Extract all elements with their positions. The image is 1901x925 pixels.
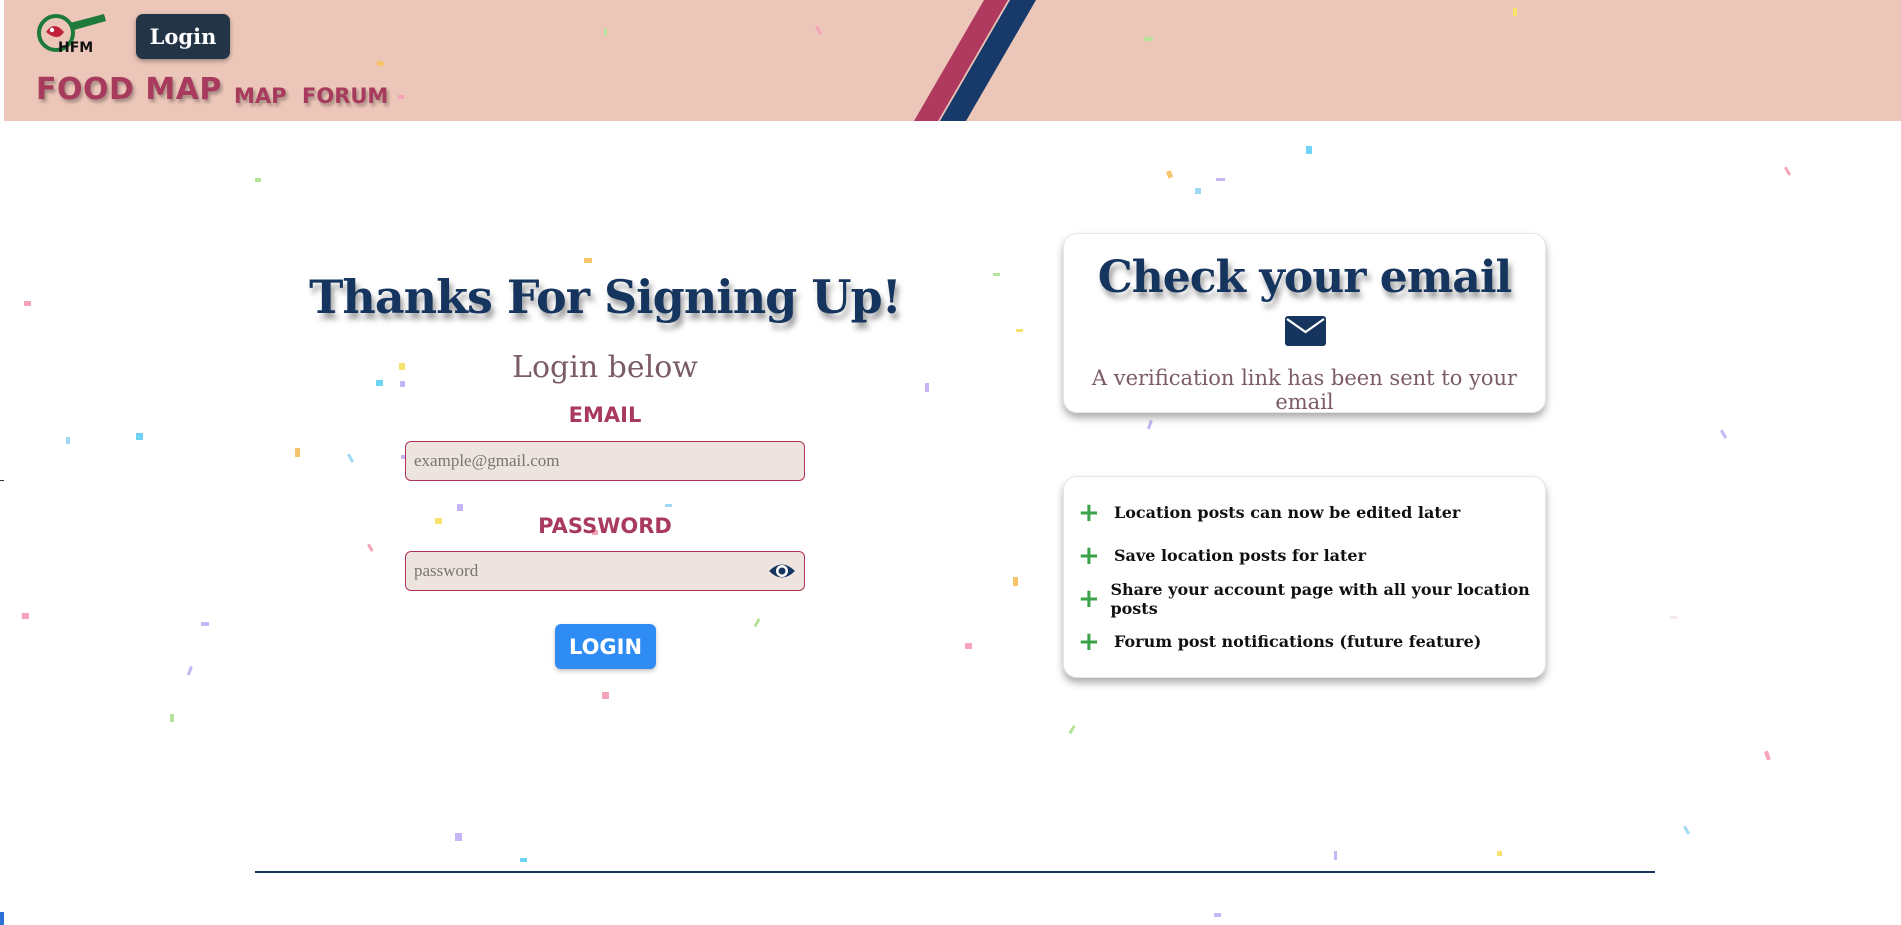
feature-list: + Location posts can now be edited later… bbox=[1076, 491, 1536, 663]
edge-mark bbox=[0, 480, 4, 481]
feature-item: + Location posts can now be edited later bbox=[1076, 491, 1536, 534]
thanks-title: Thanks For Signing Up! bbox=[309, 270, 902, 324]
feature-label: Location posts can now be edited later bbox=[1114, 503, 1461, 522]
nav-forum-link[interactable]: FORUM bbox=[302, 84, 388, 108]
show-password-eye-icon[interactable] bbox=[767, 559, 797, 583]
login-button[interactable]: LOGIN bbox=[555, 624, 656, 669]
feature-label: Share your account page with all your lo… bbox=[1110, 579, 1530, 618]
site-header: HFM Login FOOD MAP MAP FORUM bbox=[4, 0, 1901, 121]
scroll-indicator bbox=[0, 912, 4, 925]
confetti-decoration bbox=[22, 8, 1792, 917]
check-email-title: Check your email bbox=[1097, 252, 1513, 303]
nav-map-link[interactable]: MAP bbox=[234, 84, 287, 108]
footer-divider bbox=[255, 871, 1655, 873]
login-below-subtitle: Login below bbox=[512, 350, 698, 385]
logo-text: HFM bbox=[58, 40, 93, 56]
feature-label: Forum post notifications (future feature… bbox=[1114, 632, 1482, 651]
plus-icon: + bbox=[1078, 626, 1100, 657]
hfm-logo[interactable]: HFM bbox=[34, 12, 110, 58]
feature-item: + Save location posts for later bbox=[1076, 534, 1536, 577]
plus-icon: + bbox=[1078, 540, 1100, 571]
envelope-icon bbox=[1285, 316, 1326, 346]
email-field[interactable] bbox=[405, 441, 805, 481]
password-label: PASSWORD bbox=[538, 514, 672, 538]
features-card: + Location posts can now be edited later… bbox=[1063, 476, 1546, 678]
feature-item: + Share your account page with all your … bbox=[1076, 577, 1536, 620]
feature-item: + Forum post notifications (future featu… bbox=[1076, 620, 1536, 663]
email-label: EMAIL bbox=[568, 403, 642, 427]
verification-message: A verification link has been sent to you… bbox=[1091, 366, 1518, 414]
plus-icon: + bbox=[1078, 583, 1100, 614]
plus-icon: + bbox=[1078, 497, 1100, 528]
feature-label: Save location posts for later bbox=[1114, 546, 1367, 565]
check-email-card: Check your email A verification link has… bbox=[1063, 233, 1546, 414]
header-login-button[interactable]: Login bbox=[136, 14, 230, 59]
password-field[interactable] bbox=[405, 551, 805, 591]
header-stripes bbox=[914, 0, 1036, 121]
brand-title[interactable]: FOOD MAP bbox=[36, 72, 222, 107]
